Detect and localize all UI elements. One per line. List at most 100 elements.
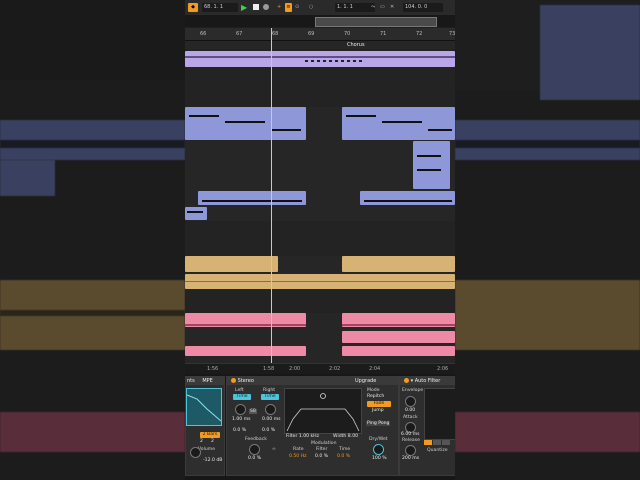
mode-repitch[interactable]: Repitch <box>367 394 384 399</box>
attack-label: Attack <box>403 415 418 420</box>
computer-keyboard-icon[interactable]: ▭ <box>380 3 388 12</box>
rate-value[interactable]: 0.50 Hz <box>289 454 307 459</box>
shape-button[interactable] <box>442 440 450 445</box>
filter-freq[interactable]: Filter 1.00 kHz <box>286 434 319 439</box>
device-on-icon[interactable] <box>231 378 236 383</box>
audio-clip[interactable] <box>185 274 455 289</box>
midi-clip[interactable] <box>342 346 455 356</box>
midi-clip[interactable] <box>342 107 455 140</box>
mode-fade[interactable]: Fade <box>367 401 391 407</box>
feedback-value[interactable]: 0.0 % <box>248 456 261 461</box>
release-knob[interactable] <box>405 445 416 456</box>
midi-clip[interactable] <box>185 346 306 356</box>
volume-value[interactable]: -12.0 dB <box>203 458 222 463</box>
num-left: 2 <box>200 439 203 444</box>
midi-clip[interactable] <box>342 331 455 343</box>
device-title-bar: ▾ Auto Filter <box>400 377 455 385</box>
punch-icon[interactable]: ≡ <box>285 3 292 12</box>
left-time-knob[interactable] <box>235 404 246 415</box>
midi-clip[interactable] <box>185 107 306 140</box>
width-value[interactable]: Width 8.00 <box>333 434 358 439</box>
envelope-knob[interactable] <box>405 396 416 407</box>
filter-mod-value[interactable]: 0.0 % <box>315 454 328 459</box>
track-lane <box>185 207 455 221</box>
stop-icon[interactable] <box>253 4 259 10</box>
time-ruler[interactable]: 1:56 1:58 2:00 2:02 2:04 2:06 <box>185 363 455 374</box>
device-chain: nts MPE 2 Bars 2 2 Volume -12.0 dB Stere… <box>185 374 455 480</box>
envelope-value[interactable]: 0.00 <box>405 408 415 413</box>
playhead[interactable] <box>271 28 272 363</box>
time-label: 2:00 <box>289 366 301 372</box>
track-lane <box>185 51 455 67</box>
link-button[interactable]: SB <box>249 409 258 414</box>
locator-lane: Chorus <box>185 41 455 49</box>
bar-position-display[interactable]: 68. 1. 1 <box>202 3 238 12</box>
time-mod-value[interactable]: 0.0 % <box>337 454 350 459</box>
left-offset-value[interactable]: 0.0 % <box>233 428 246 433</box>
loop-length-display[interactable]: 104. 0. 0 <box>403 3 443 12</box>
audio-clip[interactable] <box>185 256 278 272</box>
midi-clip[interactable] <box>198 191 306 205</box>
draw-mode-icon[interactable]: ⤳ <box>371 3 379 12</box>
shape-button[interactable] <box>433 440 441 445</box>
left-time-mode[interactable]: Time <box>233 394 251 400</box>
right-time-knob[interactable] <box>265 404 276 415</box>
loop-start-display[interactable]: 1. 1. 1 <box>335 3 375 12</box>
stereo-delay-device: Stereo Upgrade Left Right Time Time SB 1… <box>226 376 399 476</box>
feedback-label: Feedback <box>245 437 267 442</box>
device-title-bar: Stereo Upgrade <box>227 377 398 385</box>
rate-value[interactable]: 2 Bars <box>200 432 220 438</box>
metronome-icon[interactable]: ⊙ <box>295 3 303 12</box>
right-time-value[interactable]: 0.00 ms <box>262 417 281 422</box>
mode-jump[interactable]: Jump <box>372 408 384 413</box>
waveform-display[interactable] <box>186 388 222 426</box>
midi-clip[interactable] <box>413 141 450 189</box>
locator-chorus[interactable]: Chorus <box>347 42 365 48</box>
device-on-icon[interactable] <box>404 378 409 383</box>
filter-display[interactable] <box>284 388 362 434</box>
device-title: nts <box>187 378 195 384</box>
device-title: Auto Filter <box>414 378 441 384</box>
shape-button[interactable] <box>424 440 432 445</box>
ableton-window: ◆ 68. 1. 1 ▶ + ≡ ⊙ ○ 1. 1. 1 ⤳ ▭ ✕ 104. … <box>185 0 455 480</box>
ruler-bar: 72 <box>416 31 423 37</box>
envelope-label: Envelope <box>402 388 424 393</box>
midi-clip[interactable] <box>185 313 306 327</box>
freeze-icon[interactable]: ∞ <box>272 447 276 452</box>
track-lane <box>185 107 455 141</box>
instrument-device: nts MPE 2 Bars 2 2 Volume -12.0 dB <box>185 376 225 476</box>
arrangement-tracks[interactable]: Chorus <box>185 41 455 363</box>
right-offset-value[interactable]: 0.0 % <box>262 428 275 433</box>
collapse-icon[interactable]: ▾ <box>411 378 414 384</box>
arrangement-overview[interactable] <box>185 15 455 27</box>
feedback-knob[interactable] <box>249 444 260 455</box>
midi-clip[interactable] <box>360 191 455 205</box>
right-label: Right <box>263 388 276 393</box>
audio-clip[interactable] <box>342 256 455 272</box>
record-icon[interactable] <box>263 4 269 10</box>
upgrade-button[interactable]: Upgrade <box>355 377 376 385</box>
follow-button[interactable]: ◆ <box>188 3 198 12</box>
release-value[interactable]: 200 ms <box>402 456 419 461</box>
ruler-bar: 66 <box>200 31 207 37</box>
attack-value[interactable]: 6.00 ms <box>401 432 420 437</box>
lfo-display[interactable] <box>424 388 455 440</box>
add-icon[interactable]: + <box>277 3 283 12</box>
drywet-knob[interactable] <box>373 444 384 455</box>
right-time-mode[interactable]: Time <box>261 394 279 400</box>
mode-label: Mode <box>367 388 380 393</box>
midi-icon[interactable]: ✕ <box>390 3 398 12</box>
midi-clip[interactable] <box>185 207 207 220</box>
midi-clip[interactable] <box>185 51 455 67</box>
bar-ruler[interactable]: 66 67 68 69 70 71 72 73 <box>185 28 455 41</box>
volume-knob[interactable] <box>190 447 201 458</box>
drywet-value[interactable]: 100 % <box>372 456 387 461</box>
play-icon[interactable]: ▶ <box>241 3 249 12</box>
left-time-value[interactable]: 1.00 ms <box>232 417 251 422</box>
ruler-bar: 70 <box>344 31 351 37</box>
track-lane <box>185 313 455 363</box>
loop-icon[interactable]: ○ <box>309 3 315 12</box>
ping-pong-button[interactable]: Ping Pong <box>366 421 391 426</box>
filter-mod-label: Filter <box>316 447 328 452</box>
midi-clip[interactable] <box>342 313 455 327</box>
